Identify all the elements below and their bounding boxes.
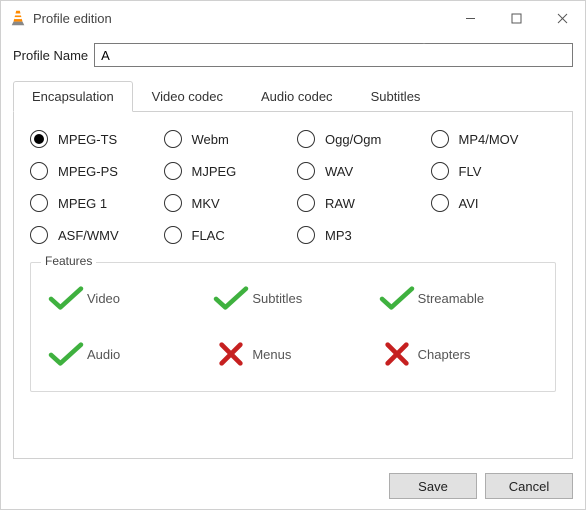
radio-label: MJPEG xyxy=(192,164,237,179)
radio-icon xyxy=(297,130,315,148)
window-title: Profile edition xyxy=(33,11,447,26)
window-controls xyxy=(447,1,585,35)
radio-label: MP4/MOV xyxy=(459,132,519,147)
check-icon xyxy=(210,283,252,313)
radio-mkv[interactable]: MKV xyxy=(164,194,290,212)
check-icon xyxy=(45,283,87,313)
tab-panel-encapsulation: MPEG-TS Webm Ogg/Ogm MP4/MOV MPEG-PS MJP… xyxy=(13,112,573,459)
radio-flac[interactable]: FLAC xyxy=(164,226,290,244)
maximize-button[interactable] xyxy=(493,1,539,35)
radio-label: Ogg/Ogm xyxy=(325,132,381,147)
radio-label: AVI xyxy=(459,196,479,211)
vlc-icon xyxy=(9,9,27,27)
radio-label: MKV xyxy=(192,196,220,211)
tab-video-codec[interactable]: Video codec xyxy=(133,81,242,111)
radio-mp4[interactable]: MP4/MOV xyxy=(431,130,557,148)
close-button[interactable] xyxy=(539,1,585,35)
radio-icon xyxy=(297,194,315,212)
radio-icon xyxy=(164,162,182,180)
cross-icon xyxy=(376,339,418,369)
radio-icon xyxy=(164,194,182,212)
titlebar: Profile edition xyxy=(1,1,585,35)
radio-mjpeg[interactable]: MJPEG xyxy=(164,162,290,180)
radio-icon xyxy=(431,162,449,180)
radio-icon xyxy=(30,162,48,180)
radio-icon xyxy=(297,226,315,244)
radio-asf[interactable]: ASF/WMV xyxy=(30,226,156,244)
minimize-button[interactable] xyxy=(447,1,493,35)
radio-webm[interactable]: Webm xyxy=(164,130,290,148)
feature-label: Menus xyxy=(252,347,291,362)
profile-name-input[interactable] xyxy=(94,43,573,67)
radio-flv[interactable]: FLV xyxy=(431,162,557,180)
features-grid: Video Subtitles Streamable Audio xyxy=(45,283,541,369)
tab-subtitles[interactable]: Subtitles xyxy=(352,81,440,111)
feature-label: Subtitles xyxy=(252,291,302,306)
tab-audio-codec[interactable]: Audio codec xyxy=(242,81,352,111)
feature-label: Audio xyxy=(87,347,120,362)
profile-name-label: Profile Name xyxy=(13,48,88,63)
tab-encapsulation[interactable]: Encapsulation xyxy=(13,81,133,112)
radio-raw[interactable]: RAW xyxy=(297,194,423,212)
radio-icon xyxy=(431,130,449,148)
feature-video: Video xyxy=(45,283,210,313)
save-button[interactable]: Save xyxy=(389,473,477,499)
radio-label: MPEG-PS xyxy=(58,164,118,179)
radio-label: ASF/WMV xyxy=(58,228,119,243)
radio-icon xyxy=(30,226,48,244)
radio-label: MPEG 1 xyxy=(58,196,107,211)
radio-icon xyxy=(164,226,182,244)
radio-mpeg-ts[interactable]: MPEG-TS xyxy=(30,130,156,148)
radio-icon xyxy=(30,194,48,212)
radio-icon xyxy=(297,162,315,180)
dialog-window: Profile edition xyxy=(0,0,586,510)
feature-audio: Audio xyxy=(45,339,210,369)
dialog-footer: Save Cancel xyxy=(1,465,585,509)
radio-avi[interactable]: AVI xyxy=(431,194,557,212)
features-legend: Features xyxy=(41,254,96,268)
radio-label: WAV xyxy=(325,164,353,179)
check-icon xyxy=(376,283,418,313)
tab-bar: Encapsulation Video codec Audio codec Su… xyxy=(13,81,573,112)
cross-icon xyxy=(210,339,252,369)
radio-label: FLAC xyxy=(192,228,225,243)
radio-label: MPEG-TS xyxy=(58,132,117,147)
profile-name-row: Profile Name xyxy=(13,43,573,67)
feature-label: Streamable xyxy=(418,291,484,306)
feature-label: Video xyxy=(87,291,120,306)
cancel-button[interactable]: Cancel xyxy=(485,473,573,499)
feature-streamable: Streamable xyxy=(376,283,541,313)
feature-menus: Menus xyxy=(210,339,375,369)
radio-ogg[interactable]: Ogg/Ogm xyxy=(297,130,423,148)
radio-mp3[interactable]: MP3 xyxy=(297,226,423,244)
radio-wav[interactable]: WAV xyxy=(297,162,423,180)
feature-chapters: Chapters xyxy=(376,339,541,369)
dialog-content: Profile Name Encapsulation Video codec A… xyxy=(1,35,585,465)
titlebar-wrap: Profile edition xyxy=(1,1,585,35)
feature-label: Chapters xyxy=(418,347,471,362)
radio-mpeg-ps[interactable]: MPEG-PS xyxy=(30,162,156,180)
radio-icon xyxy=(164,130,182,148)
radio-icon xyxy=(431,194,449,212)
feature-subtitles: Subtitles xyxy=(210,283,375,313)
radio-icon xyxy=(30,130,48,148)
radio-label: Webm xyxy=(192,132,229,147)
radio-label: FLV xyxy=(459,164,482,179)
features-group: Features Video Subtitles Streamable xyxy=(30,262,556,392)
radio-label: MP3 xyxy=(325,228,352,243)
radio-label: RAW xyxy=(325,196,355,211)
format-grid: MPEG-TS Webm Ogg/Ogm MP4/MOV MPEG-PS MJP… xyxy=(30,130,556,244)
check-icon xyxy=(45,339,87,369)
radio-mpeg1[interactable]: MPEG 1 xyxy=(30,194,156,212)
